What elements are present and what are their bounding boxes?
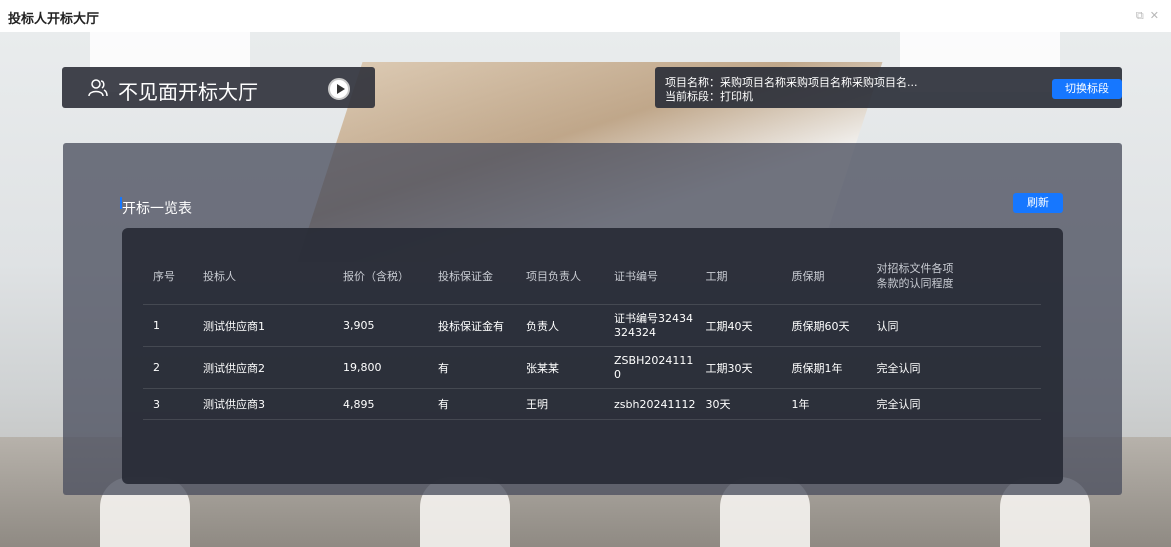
cell-no: 3 xyxy=(143,388,193,420)
cell-bidder: 测试供应商2 xyxy=(193,346,333,389)
table-header: 序号 投标人 报价（含税） 投标保证金 项目负责人 证书编号 工期 质保期 对招… xyxy=(143,248,1041,305)
cell-agree: 完全认同 xyxy=(866,346,957,389)
table-row[interactable]: 2 测试供应商2 19,800 有 张某某 ZSBH20241110 工期30天… xyxy=(143,346,1041,389)
col-header: 对招标文件各项条款的认同程度 xyxy=(866,248,957,305)
window-title: 投标人开标大厅 xyxy=(8,12,100,27)
cell-manager: 张某某 xyxy=(516,346,604,389)
hall-title: 不见面开标大厅 xyxy=(118,80,258,104)
cell-cert: ZSBH20241110 xyxy=(604,346,696,389)
cell-deposit: 有 xyxy=(428,388,516,420)
cell-price: 19,800 xyxy=(333,346,428,389)
cell-agree: 完全认同 xyxy=(866,388,957,420)
cell-cert: zsbh20241112 xyxy=(604,388,696,420)
table-row[interactable]: 1 测试供应商1 3,905 投标保证金有 负责人 证书编号3243432432… xyxy=(143,304,1041,347)
cell-warranty: 1年 xyxy=(781,388,867,420)
col-header: 投标保证金 xyxy=(428,248,516,305)
col-header: 质保期 xyxy=(781,248,867,305)
col-header: 报价（含税） xyxy=(333,248,428,305)
title-bar: 投标人开标大厅 ⧉✕ xyxy=(0,0,1171,32)
col-header: 证书编号 xyxy=(604,248,696,305)
window-controls: ⧉✕ xyxy=(1136,9,1165,23)
col-header: 投标人 xyxy=(193,248,333,305)
cell-period: 工期40天 xyxy=(695,304,782,347)
restore-icon[interactable]: ⧉ xyxy=(1136,9,1150,22)
cell-cert: 证书编号32434324324 xyxy=(604,304,696,347)
col-header: 项目负责人 xyxy=(516,248,604,305)
play-icon[interactable] xyxy=(328,78,350,100)
table-row[interactable]: 3 测试供应商3 4,895 有 王明 zsbh20241112 30天 1年 … xyxy=(143,388,1041,420)
section-title: 开标一览表 xyxy=(122,201,192,217)
user-group-icon xyxy=(88,79,108,97)
close-icon[interactable]: ✕ xyxy=(1150,9,1165,22)
col-spacer xyxy=(956,248,1041,305)
cell-bidder: 测试供应商3 xyxy=(193,388,333,420)
bid-table: 序号 投标人 报价（含税） 投标保证金 项目负责人 证书编号 工期 质保期 对招… xyxy=(143,248,1041,420)
cell-bidder: 测试供应商1 xyxy=(193,304,333,347)
switch-section-button[interactable]: 切换标段 xyxy=(1052,79,1122,99)
cell-spacer xyxy=(956,346,1041,389)
cell-price: 3,905 xyxy=(333,304,428,347)
cell-price: 4,895 xyxy=(333,388,428,420)
cell-spacer xyxy=(956,304,1041,347)
cell-warranty: 质保期60天 xyxy=(781,304,867,347)
cell-manager: 王明 xyxy=(516,388,604,420)
cell-period: 30天 xyxy=(695,388,782,420)
cell-no: 2 xyxy=(143,346,193,389)
cell-manager: 负责人 xyxy=(516,304,604,347)
cell-no: 1 xyxy=(143,304,193,347)
cell-spacer xyxy=(956,388,1041,420)
current-section: 当前标段：打印机 xyxy=(665,90,753,103)
cell-warranty: 质保期1年 xyxy=(781,346,867,389)
cell-agree: 认同 xyxy=(866,304,957,347)
cell-deposit: 投标保证金有 xyxy=(428,304,516,347)
refresh-button[interactable]: 刷新 xyxy=(1013,193,1063,213)
cell-deposit: 有 xyxy=(428,346,516,389)
col-header: 序号 xyxy=(143,248,193,305)
cell-period: 工期30天 xyxy=(695,346,782,389)
col-header: 工期 xyxy=(695,248,782,305)
